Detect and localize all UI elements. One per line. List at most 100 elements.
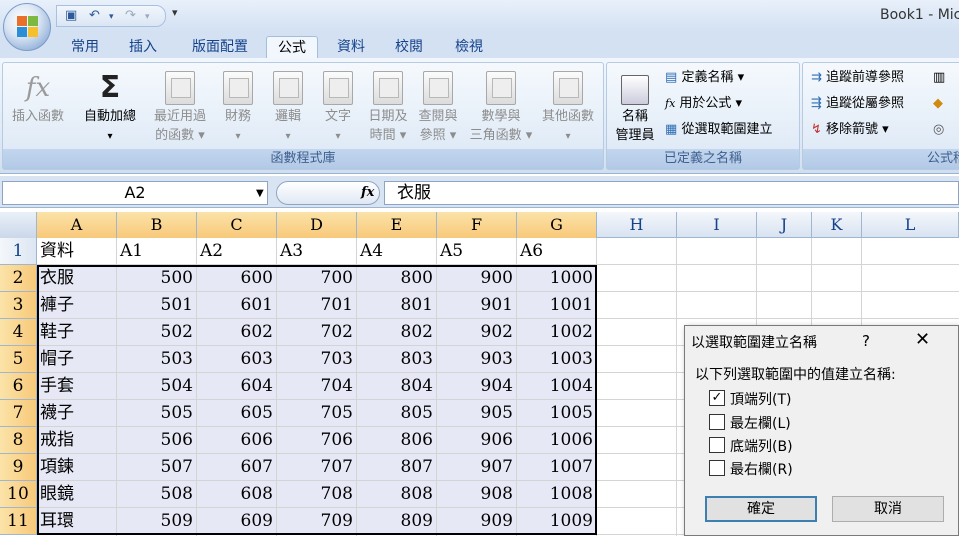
selection-border [37,265,597,535]
left-column-label: 最左欄(L) [730,416,791,432]
use-in-formula-button[interactable]: fx 用於公式 ▾ [665,93,742,115]
bottom-row-checkbox[interactable] [709,437,725,453]
remove-arrows-icon: ↯ [811,122,822,137]
row-header-11[interactable]: 11 [0,508,37,535]
help-icon[interactable]: ? [862,332,870,350]
math-trig-button[interactable]: θ 數學與 三角函數 ▾ [461,69,541,145]
column-header-G[interactable]: G [517,212,597,238]
name-box-dropdown-icon[interactable]: ▼ [256,182,264,206]
tab-page-layout[interactable]: 版面配置 [180,36,260,58]
column-header-A[interactable]: A [37,212,117,238]
row-header-5[interactable]: 5 [0,346,37,373]
row-header-1[interactable]: 1 [0,238,37,265]
column-header-I[interactable]: I [677,212,757,238]
name-manager-button[interactable]: 名稱 管理員 [609,69,661,145]
save-icon[interactable]: ▣ [65,8,77,23]
tab-insert[interactable]: 插入 [118,36,168,58]
error-checking-icon[interactable]: ◆ [933,93,943,115]
column-headers: ABCDEFGHIJKL [0,212,959,238]
column-header-K[interactable]: K [812,212,862,238]
right-column-label: 最右欄(R) [730,462,793,478]
formula-bar-controls: fx [276,181,380,205]
office-button[interactable] [3,3,51,51]
define-name-button[interactable]: ▤ 定義名稱 ▾ [665,67,744,89]
redo-icon[interactable]: ↷ [125,8,136,23]
tab-data[interactable]: 資料 [326,36,376,58]
book-question-icon: ? [273,71,303,105]
cell-C1[interactable]: A2 [197,238,276,264]
lookup-reference-button[interactable]: 查閱與 參照 ▾ [407,69,469,145]
book-search-icon [423,71,453,105]
row-header-7[interactable]: 7 [0,400,37,427]
autosum-button[interactable]: Σ 自動加總 ▾ [79,69,141,146]
cell-A1[interactable]: 資料 [37,238,116,264]
cell-F1[interactable]: A5 [437,238,516,264]
evaluate-formula-icon[interactable]: ◎ [933,119,944,141]
column-header-C[interactable]: C [197,212,277,238]
left-column-checkbox[interactable] [709,414,725,430]
book-theta-icon: θ [486,71,516,105]
trace-dependents-icon: ⇶ [811,96,822,111]
row-header-9[interactable]: 9 [0,454,37,481]
column-header-L[interactable]: L [862,212,959,238]
row-header-8[interactable]: 8 [0,427,37,454]
formula-bar: A2 ▼ fx 衣服 [0,176,959,208]
trace-precedents-icon: ⇉ [811,70,822,85]
column-header-B[interactable]: B [117,212,197,238]
row-header-10[interactable]: 10 [0,481,37,508]
close-icon[interactable]: ✕ [915,329,930,350]
name-manager-icon [621,75,649,105]
bottom-row-label: 底端列(B) [730,439,793,455]
cancel-button[interactable]: 取消 [832,496,944,522]
ok-button[interactable]: 確定 [705,496,817,522]
top-row-checkbox[interactable]: ✓ [709,390,725,406]
column-header-H[interactable]: H [597,212,677,238]
column-header-D[interactable]: D [277,212,357,238]
define-name-icon: ▤ [665,70,678,85]
customize-qat-button[interactable]: ▾ [172,6,178,19]
undo-icon[interactable]: ↶ [89,8,100,23]
formula-auditing-group: ⇉ 追蹤前導參照 ⇶ 追蹤從屬參照 ↯ 移除箭號 ▾ ▥ ◆ ◎ 公式稽 [802,62,959,170]
window-title: Book1 - Mic [880,7,959,23]
cell-B1[interactable]: A1 [117,238,196,264]
show-formulas-icon[interactable]: ▥ [933,67,945,89]
cell-E1[interactable]: A4 [357,238,436,264]
row-header-2[interactable]: 2 [0,265,37,292]
formula-auditing-label: 公式稽 [803,149,959,169]
name-box[interactable]: A2 ▼ [2,181,268,205]
cell-G1[interactable]: A6 [517,238,596,264]
insert-function-fx-icon[interactable]: fx [361,182,374,204]
ribbon: fx 插入函數 Σ 自動加總 ▾ 最近用過 的函數 ▾ 財務 ▾ ? 邏輯 ▾ … [0,58,959,174]
tab-review[interactable]: 校閱 [384,36,434,58]
select-all-corner[interactable] [0,212,37,238]
tab-view[interactable]: 檢視 [444,36,494,58]
create-from-selection-button[interactable]: ▦ 從選取範圍建立 [665,119,772,141]
trace-precedents-button[interactable]: ⇉ 追蹤前導參照 [811,67,904,89]
column-header-J[interactable]: J [757,212,812,238]
defined-names-label: 已定義之名稱 [607,149,799,169]
column-header-F[interactable]: F [437,212,517,238]
row-header-4[interactable]: 4 [0,319,37,346]
create-names-dialog: 以選取範圍建立名稱 ? ✕ 以下列選取範圍中的值建立名稱: ✓ 頂端列(T) 最… [684,325,959,536]
gridline-col [676,238,677,536]
formula-input[interactable]: 衣服 [384,181,959,205]
tab-formulas[interactable]: 公式 [266,36,318,58]
redo-dropdown-icon[interactable]: ▾ [145,12,150,22]
top-row-label: 頂端列(T) [730,392,792,408]
row-header-6[interactable]: 6 [0,373,37,400]
trace-dependents-button[interactable]: ⇶ 追蹤從屬參照 [811,93,904,115]
right-column-checkbox[interactable] [709,460,725,476]
row-header-3[interactable]: 3 [0,292,37,319]
tab-home[interactable]: 常用 [60,36,110,58]
more-functions-button[interactable]: 其他函數 ▾ [535,69,601,146]
fx-icon: fx [25,73,51,103]
remove-arrows-button[interactable]: ↯ 移除箭號 ▾ [811,119,889,141]
defined-names-group: 名稱 管理員 ▤ 定義名稱 ▾ fx 用於公式 ▾ ▦ 從選取範圍建立 已定義之… [606,62,800,170]
cell-D1[interactable]: A3 [277,238,356,264]
fx-small-icon: fx [665,97,676,110]
function-library-group: fx 插入函數 Σ 自動加總 ▾ 最近用過 的函數 ▾ 財務 ▾ ? 邏輯 ▾ … [2,62,604,170]
insert-function-button[interactable]: fx 插入函數 [7,69,69,126]
undo-dropdown-icon[interactable]: ▾ [109,12,114,22]
column-header-E[interactable]: E [357,212,437,238]
recently-used-button[interactable]: 最近用過 的函數 ▾ [147,69,213,145]
